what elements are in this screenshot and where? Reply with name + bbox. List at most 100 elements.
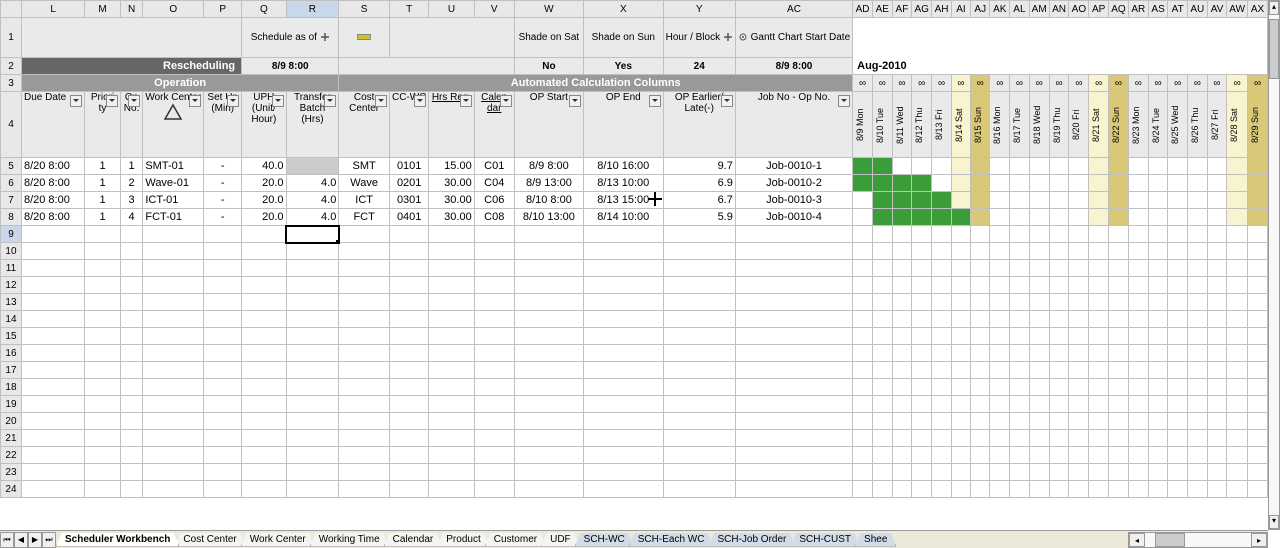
cell-work-center[interactable]: Wave-01 [143,175,204,192]
empty-cell[interactable] [912,464,932,481]
empty-cell[interactable] [912,311,932,328]
row-header-16[interactable]: 16 [1,345,22,362]
empty-cell[interactable] [951,277,970,294]
empty-cell[interactable] [242,396,286,413]
sheet-tab-scheduler-workbench[interactable]: Scheduler Workbench [56,533,179,547]
empty-cell[interactable] [932,430,952,447]
sheet-tab-sch-each-wc[interactable]: SCH-Each WC [629,533,714,547]
row-header-24[interactable]: 24 [1,481,22,498]
empty-cell[interactable] [1128,464,1148,481]
empty-cell[interactable] [735,464,852,481]
empty-cell[interactable] [1207,226,1227,243]
empty-cell[interactable] [735,379,852,396]
empty-cell[interactable] [1148,481,1168,498]
gantt-cell[interactable] [1128,175,1148,192]
cell-work-center[interactable]: FCT-01 [143,209,204,226]
col-O[interactable]: O [143,1,204,18]
empty-cell[interactable] [1049,243,1069,260]
empty-cell[interactable] [204,481,242,498]
empty-cell[interactable] [429,294,474,311]
gantt-cell[interactable] [1148,158,1168,175]
cell-op-no[interactable]: 2 [120,175,143,192]
empty-cell[interactable] [120,379,143,396]
empty-cell[interactable] [286,447,339,464]
cell-op-start[interactable]: 8/10 8:00 [514,192,583,209]
empty-cell[interactable] [514,243,583,260]
gantt-cell[interactable] [892,192,912,209]
sheet-tab-sch-cust[interactable]: SCH-CUST [790,533,860,547]
empty-cell[interactable] [1248,328,1268,345]
empty-cell[interactable] [584,345,664,362]
cell-op-end[interactable]: 8/14 10:00 [584,209,664,226]
gantt-cell[interactable] [853,175,873,192]
empty-cell[interactable] [1148,243,1168,260]
empty-cell[interactable] [1187,379,1207,396]
empty-cell[interactable] [242,277,286,294]
empty-cell[interactable] [1128,277,1148,294]
empty-cell[interactable] [143,362,204,379]
empty-cell[interactable] [120,345,143,362]
empty-cell[interactable] [1148,430,1168,447]
gantt-cell[interactable] [912,192,932,209]
empty-cell[interactable] [143,311,204,328]
shade-sat-value[interactable]: No [514,58,583,75]
gantt-cell[interactable] [951,209,970,226]
empty-cell[interactable] [514,260,583,277]
empty-cell[interactable] [735,396,852,413]
empty-cell[interactable] [1109,243,1129,260]
empty-cell[interactable] [1010,345,1030,362]
empty-cell[interactable] [1207,260,1227,277]
cell-job-no[interactable]: Job-0010-3 [735,192,852,209]
empty-cell[interactable] [120,362,143,379]
empty-cell[interactable] [971,379,990,396]
gantt-cell[interactable] [1089,158,1109,175]
empty-cell[interactable] [514,294,583,311]
empty-cell[interactable] [1128,311,1148,328]
col-AW[interactable]: AW [1227,1,1248,18]
empty-cell[interactable] [1089,226,1109,243]
empty-cell[interactable] [514,362,583,379]
empty-cell[interactable] [204,362,242,379]
col-W[interactable]: W [514,1,583,18]
empty-cell[interactable] [429,260,474,277]
cell-earlier-late[interactable]: 6.7 [663,192,735,209]
col-AU[interactable]: AU [1187,1,1207,18]
empty-cell[interactable] [1207,243,1227,260]
empty-cell[interactable] [286,226,339,243]
empty-cell[interactable] [872,311,892,328]
empty-cell[interactable] [1207,345,1227,362]
empty-cell[interactable] [663,464,735,481]
gantt-cell[interactable] [892,175,912,192]
empty-cell[interactable] [1148,464,1168,481]
gantt-cell[interactable] [1227,192,1248,209]
empty-cell[interactable] [735,328,852,345]
empty-cell[interactable] [1049,464,1069,481]
empty-cell[interactable] [853,481,873,498]
empty-cell[interactable] [1029,447,1049,464]
empty-cell[interactable] [339,413,390,430]
empty-cell[interactable] [474,379,514,396]
empty-cell[interactable] [474,345,514,362]
empty-cell[interactable] [242,413,286,430]
empty-cell[interactable] [663,481,735,498]
cell-cc-wc[interactable]: 0201 [389,175,428,192]
empty-cell[interactable] [853,447,873,464]
empty-cell[interactable] [339,447,390,464]
empty-cell[interactable] [120,311,143,328]
empty-cell[interactable] [892,362,912,379]
empty-cell[interactable] [1227,447,1248,464]
empty-cell[interactable] [1207,430,1227,447]
empty-cell[interactable] [514,447,583,464]
empty-cell[interactable] [143,379,204,396]
empty-cell[interactable] [429,379,474,396]
empty-cell[interactable] [735,447,852,464]
cell-uph[interactable]: 20.0 [242,192,286,209]
empty-cell[interactable] [584,362,664,379]
row-header-7[interactable]: 7 [1,192,22,209]
empty-cell[interactable] [1248,481,1268,498]
empty-cell[interactable] [1187,464,1207,481]
empty-cell[interactable] [951,294,970,311]
header-job-no[interactable]: Job No - Op No. [735,92,852,158]
header-earlier-late[interactable]: OP Earlier/ Late(-) [663,92,735,158]
gantt-cell[interactable] [971,158,990,175]
